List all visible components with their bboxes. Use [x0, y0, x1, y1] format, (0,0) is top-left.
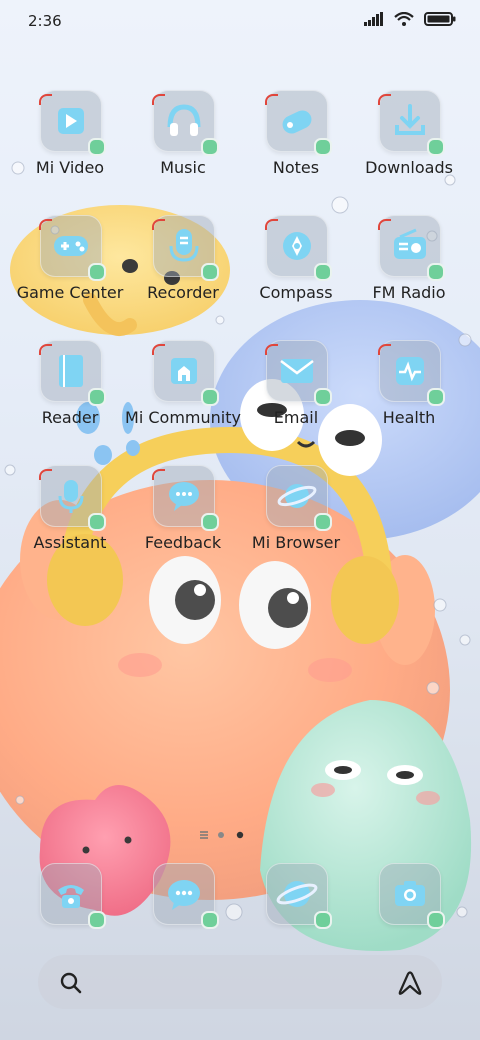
- app-game-center[interactable]: Game Center: [14, 215, 126, 335]
- page-indicator[interactable]: [200, 828, 260, 842]
- envelope-icon: [266, 340, 332, 406]
- search-icon: [60, 972, 82, 994]
- battery-icon: [424, 12, 456, 26]
- dock-phone[interactable]: [14, 863, 126, 929]
- page-dot: [218, 832, 224, 838]
- chat-bubble-icon: [153, 465, 219, 531]
- page-dot-active: [236, 831, 244, 839]
- phone-icon: [40, 863, 106, 929]
- app-label: Health: [382, 408, 436, 427]
- download-icon: [379, 90, 445, 156]
- headphones-icon: [153, 90, 219, 156]
- radio-icon: [379, 215, 445, 281]
- dock-camera[interactable]: [353, 863, 465, 929]
- assistant-a-icon[interactable]: [396, 969, 424, 997]
- page-list-icon: [200, 831, 208, 839]
- app-health[interactable]: Health: [353, 340, 465, 460]
- dock-browser[interactable]: [240, 863, 352, 929]
- status-bar: 2:36: [0, 0, 480, 44]
- app-mi-community[interactable]: Mi Community: [125, 340, 241, 460]
- app-downloads[interactable]: Downloads: [353, 90, 465, 210]
- gamepad-icon: [40, 215, 106, 281]
- assistant-icon: [40, 465, 106, 531]
- book-icon: [40, 340, 106, 406]
- search-bar[interactable]: [38, 955, 442, 1009]
- dock-messages[interactable]: [127, 863, 239, 929]
- signal-icon: [364, 12, 383, 26]
- app-email[interactable]: Email: [240, 340, 352, 460]
- messages-icon: [153, 863, 219, 929]
- app-mi-video[interactable]: Mi Video: [14, 90, 126, 210]
- status-time: 2:36: [28, 12, 62, 30]
- video-play-icon: [40, 90, 106, 156]
- compass-icon: [266, 215, 332, 281]
- microphone-icon: [153, 215, 219, 281]
- app-notes[interactable]: Notes: [240, 90, 352, 210]
- app-fm-radio[interactable]: FM Radio: [353, 215, 465, 335]
- heartbeat-icon: [379, 340, 445, 406]
- app-assistant[interactable]: Assistant: [14, 465, 126, 585]
- app-compass[interactable]: Compass: [240, 215, 352, 335]
- app-reader[interactable]: Reader: [14, 340, 126, 460]
- app-label: Mi Browser: [251, 533, 341, 552]
- camera-icon: [379, 863, 445, 929]
- app-mi-browser[interactable]: Mi Browser: [240, 465, 352, 585]
- app-feedback[interactable]: Feedback: [127, 465, 239, 585]
- app-music[interactable]: Music: [127, 90, 239, 210]
- app-label: Downloads: [365, 158, 453, 177]
- notes-icon: [266, 90, 332, 156]
- status-icons: [364, 12, 456, 26]
- wifi-icon: [394, 12, 414, 26]
- community-house-icon: [153, 340, 219, 406]
- app-recorder[interactable]: Recorder: [127, 215, 239, 335]
- planet-icon: [266, 465, 332, 531]
- browser-planet-icon: [266, 863, 332, 929]
- dock: [0, 860, 480, 930]
- app-label: FM Radio: [372, 283, 446, 302]
